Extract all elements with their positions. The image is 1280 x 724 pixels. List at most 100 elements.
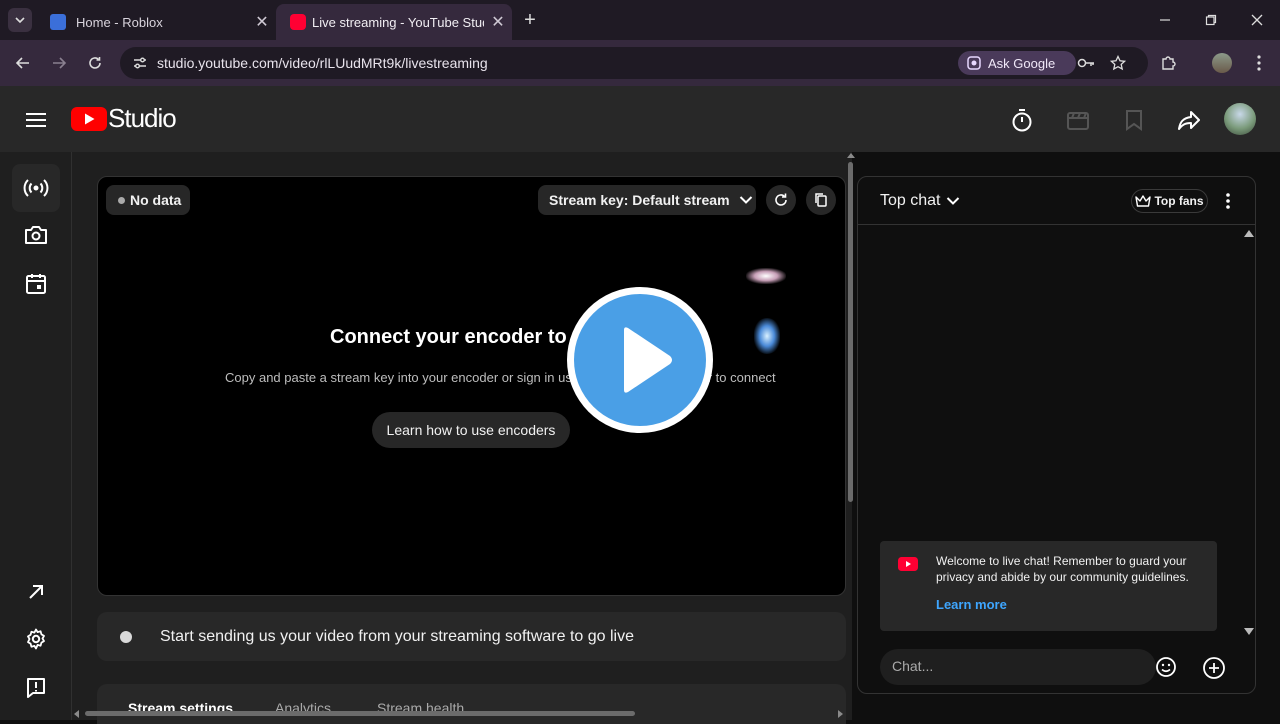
back-button[interactable] [8, 48, 38, 78]
studio-logo[interactable] [71, 107, 107, 131]
refresh-icon [775, 193, 787, 206]
arrow-right-icon [53, 57, 67, 69]
stream-key-dropdown[interactable]: Stream key: Default stream [538, 185, 756, 215]
plus-circle-icon [1203, 657, 1225, 679]
reload-icon [89, 57, 101, 69]
calendar-icon [26, 274, 46, 294]
tab-roblox[interactable]: Home - Roblox ✕ [36, 4, 276, 40]
url-text[interactable]: studio.youtube.com/video/rlLUudMRt9k/liv… [157, 55, 488, 71]
clapperboard-button[interactable] [1064, 106, 1092, 134]
roblox-favicon-icon [50, 14, 66, 30]
stream-status-text: Start sending us your video from your st… [160, 628, 634, 645]
sparkle-decoration [754, 318, 780, 354]
close-window-button[interactable] [1234, 6, 1280, 34]
stream-tabs-panel: Stream settings Analytics Stream health [97, 684, 846, 724]
restore-icon [1205, 14, 1217, 26]
share-button[interactable] [1175, 106, 1203, 134]
play-circle [574, 294, 706, 426]
share-arrow-icon [1178, 111, 1200, 130]
main-vertical-scrollbar[interactable] [848, 162, 853, 502]
studio-logo-text[interactable]: Studio [108, 103, 177, 134]
minimize-icon [1160, 19, 1170, 21]
scroll-right-arrow-icon[interactable] [838, 710, 843, 718]
refresh-stream-key-button[interactable] [766, 185, 796, 215]
hamburger-menu-button[interactable] [22, 106, 50, 134]
address-bar[interactable]: studio.youtube.com/video/rlLUudMRt9k/liv… [120, 47, 1148, 79]
chevron-down-icon [739, 196, 752, 204]
welcome-message-text: Welcome to live chat! Remember to guard … [936, 554, 1189, 584]
tab-title: Home - Roblox [76, 14, 163, 30]
left-sidebar [0, 152, 72, 720]
sidebar-item-webcam[interactable] [12, 211, 60, 259]
add-to-chat-button[interactable] [1202, 656, 1226, 680]
tab-youtube-studio[interactable]: Live streaming - YouTube Studio ✕ [276, 4, 512, 40]
sidebar-item-manage[interactable] [12, 260, 60, 308]
top-fans-button[interactable]: Top fans [1131, 189, 1208, 213]
emoji-icon[interactable] [1155, 656, 1177, 678]
bookmark-button[interactable] [1120, 106, 1148, 134]
sidebar-item-feedback[interactable] [12, 664, 60, 712]
extensions-button[interactable] [1154, 48, 1184, 78]
chevron-down-icon [947, 197, 960, 205]
close-icon [1251, 14, 1263, 26]
restore-button[interactable] [1188, 6, 1234, 34]
live-broadcast-icon [23, 179, 49, 197]
copy-stream-key-button[interactable] [806, 185, 836, 215]
chat-more-button[interactable] [1222, 191, 1234, 211]
browser-tab-bar: Home - Roblox ✕ Live streaming - YouTube… [0, 0, 1280, 40]
youtube-studio-favicon-icon [290, 14, 306, 30]
stream-preview [97, 176, 846, 596]
youtube-logo-icon [898, 557, 918, 571]
password-key-icon[interactable] [1077, 55, 1095, 71]
main-horizontal-scrollbar[interactable] [85, 711, 635, 716]
no-data-label: No data [130, 192, 182, 208]
welcome-message-card: Welcome to live chat! Remember to guard … [880, 541, 1217, 631]
chat-header: Top chat Top fans [858, 177, 1255, 225]
sidebar-item-stream[interactable] [12, 164, 60, 212]
tab-title: Live streaming - YouTube Studio [312, 14, 484, 30]
tab-close-icon[interactable]: ✕ [248, 12, 276, 32]
ask-google-button[interactable]: Ask Google [958, 51, 1076, 75]
tab-close-icon[interactable]: ✕ [484, 12, 512, 32]
top-fans-label: Top fans [1154, 194, 1204, 208]
site-settings-icon[interactable] [132, 55, 148, 71]
browser-menu-button[interactable] [1244, 48, 1274, 78]
arrow-left-icon [15, 57, 29, 69]
learn-encoders-button[interactable]: Learn how to use encoders [372, 412, 570, 448]
sidebar-item-settings[interactable] [12, 615, 60, 663]
scroll-up-arrow-icon[interactable] [847, 153, 855, 158]
chat-scroll-up-arrow-icon[interactable] [1244, 230, 1254, 237]
crown-icon [1135, 195, 1152, 207]
no-data-badge: No data [106, 185, 190, 215]
google-lens-icon [967, 56, 981, 70]
reload-button[interactable] [80, 48, 110, 78]
youtube-logo-icon [71, 107, 107, 131]
play-button[interactable] [567, 287, 713, 433]
minimize-button[interactable] [1142, 6, 1188, 34]
forward-button[interactable] [44, 48, 74, 78]
live-chat-panel: Top chat Top fans Welcome to live chat! … [857, 176, 1256, 694]
sparkle-decoration [746, 268, 786, 284]
status-dot-icon [120, 631, 132, 643]
new-tab-button[interactable]: + [518, 8, 542, 32]
chat-scroll-down-arrow-icon[interactable] [1244, 628, 1254, 635]
channel-avatar[interactable] [1224, 103, 1256, 135]
profile-avatar[interactable] [1212, 53, 1232, 73]
stopwatch-icon [1012, 109, 1032, 132]
chat-mode-dropdown[interactable]: Top chat [880, 192, 960, 210]
bookmark-icon [1126, 110, 1142, 131]
sidebar-item-go-to-studio[interactable] [12, 568, 60, 616]
learn-more-link[interactable]: Learn more [936, 597, 1007, 612]
timer-button[interactable] [1008, 106, 1036, 134]
chat-input[interactable] [892, 658, 1132, 674]
chat-mode-label: Top chat [880, 192, 941, 209]
status-dot-icon [118, 196, 125, 204]
more-vertical-icon [1257, 55, 1261, 71]
chat-input-field[interactable] [880, 649, 1176, 685]
scroll-left-arrow-icon[interactable] [74, 710, 79, 718]
puzzle-icon [1162, 56, 1176, 70]
menu-icon [26, 113, 46, 127]
chevron-down-icon [15, 17, 25, 24]
bookmark-star-icon[interactable] [1110, 55, 1126, 71]
tab-search-button[interactable] [8, 8, 32, 32]
